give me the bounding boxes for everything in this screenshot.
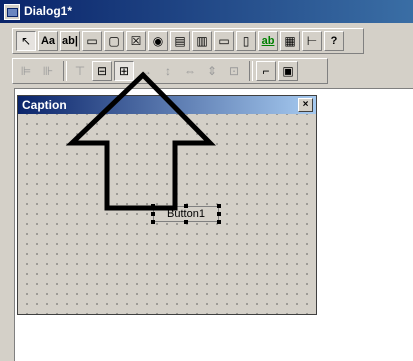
selection-handle[interactable] bbox=[184, 220, 188, 224]
same-size-button[interactable]: ⊡ bbox=[224, 61, 244, 81]
layout-toolbar: ⊫ ⊪ ⊤ ⊟ ⊞ ↔ ↕ ⇔ ⇕ ⊡ ⌐ ▣ bbox=[12, 58, 328, 84]
window-title-bar: Dialog1* bbox=[0, 0, 413, 23]
selection-handle[interactable] bbox=[151, 220, 155, 224]
space-down-icon: ↕ bbox=[165, 64, 171, 78]
selection-handle[interactable] bbox=[217, 220, 221, 224]
toolbar-separator bbox=[249, 61, 253, 81]
dialog-preview[interactable]: Caption × Button1 bbox=[17, 95, 317, 315]
tree-control-icon: ⊢ bbox=[306, 34, 318, 48]
center-horizontal-icon: ⊞ bbox=[118, 64, 130, 78]
align-left-icon: ⊫ bbox=[20, 64, 32, 78]
center-vertical-button[interactable]: ⊟ bbox=[92, 61, 112, 81]
same-size-icon: ⊡ bbox=[228, 64, 240, 78]
list-control-tool-button[interactable]: ▦ bbox=[280, 31, 300, 51]
test-dialog-button[interactable]: ▣ bbox=[278, 61, 298, 81]
toolbar-separator bbox=[63, 61, 67, 81]
same-width-button[interactable]: ⇔ bbox=[180, 61, 200, 81]
combo-box-tool-button[interactable]: ▤ bbox=[170, 31, 190, 51]
align-left-button[interactable]: ⊫ bbox=[16, 61, 36, 81]
radio-button-tool-button[interactable]: ◉ bbox=[148, 31, 168, 51]
pointer-tool-button[interactable]: ↖ bbox=[16, 31, 36, 51]
static-text-tool-button[interactable]: Aa bbox=[38, 31, 58, 51]
same-height-icon: ⇕ bbox=[206, 64, 218, 78]
tree-control-tool-button[interactable]: ⊢ bbox=[302, 31, 322, 51]
align-right-button[interactable]: ⊪ bbox=[38, 61, 58, 81]
button1-label: Button1 bbox=[167, 208, 205, 220]
help-tool-button[interactable]: ? bbox=[324, 31, 344, 51]
button-control-icon: ▢ bbox=[108, 34, 120, 48]
list-control-icon: ▦ bbox=[284, 34, 296, 48]
window-title: Dialog1* bbox=[24, 4, 73, 18]
horizontal-scrollbar-tool-button[interactable]: ▭ bbox=[214, 31, 234, 51]
horizontal-scrollbar-icon: ▭ bbox=[218, 34, 230, 48]
center-vertical-icon: ⊟ bbox=[96, 64, 108, 78]
dialog-editor-icon bbox=[4, 4, 20, 20]
check-box-tool-button[interactable]: ☒ bbox=[126, 31, 146, 51]
selection-handle[interactable] bbox=[217, 212, 221, 216]
selection-handle[interactable] bbox=[217, 204, 221, 208]
group-box-icon: ▭ bbox=[86, 34, 98, 48]
same-width-icon: ⇔ bbox=[184, 64, 196, 78]
selection-handle[interactable] bbox=[151, 212, 155, 216]
list-box-icon: ▥ bbox=[196, 34, 208, 48]
dialog-caption: Caption bbox=[22, 98, 67, 112]
group-box-tool-button[interactable]: ▭ bbox=[82, 31, 102, 51]
space-down-button[interactable]: ↕ bbox=[158, 61, 178, 81]
help-icon: ? bbox=[330, 35, 338, 47]
align-top-button[interactable]: ⊤ bbox=[70, 61, 90, 81]
tab-order-button[interactable]: ⌐ bbox=[256, 61, 276, 81]
list-box-tool-button[interactable]: ▥ bbox=[192, 31, 212, 51]
same-height-button[interactable]: ⇕ bbox=[202, 61, 222, 81]
controls-toolbar: ↖ Aa ab| ▭ ▢ ☒ ◉ ▤ ▥ ▭ ▯ ab ▦ ⊢ ? bbox=[12, 28, 364, 54]
combo-box-icon: ▤ bbox=[174, 34, 186, 48]
space-across-button[interactable]: ↔ bbox=[136, 61, 156, 81]
edit-control-icon: ab| bbox=[62, 35, 78, 47]
tab-order-icon: ⌐ bbox=[262, 64, 270, 78]
selection-handle[interactable] bbox=[151, 204, 155, 208]
selection-handle[interactable] bbox=[184, 204, 188, 208]
space-across-icon: ↔ bbox=[140, 64, 152, 78]
test-dialog-icon: ▣ bbox=[282, 64, 294, 78]
vertical-scrollbar-tool-button[interactable]: ▯ bbox=[236, 31, 256, 51]
spin-control-tool-button[interactable]: ab bbox=[258, 31, 278, 51]
center-horizontal-button[interactable]: ⊞ bbox=[114, 61, 134, 81]
vertical-scrollbar-icon: ▯ bbox=[242, 34, 250, 48]
radio-button-icon: ◉ bbox=[152, 34, 164, 48]
align-top-icon: ⊤ bbox=[74, 64, 86, 78]
edit-control-tool-button[interactable]: ab| bbox=[60, 31, 80, 51]
align-right-icon: ⊪ bbox=[42, 64, 54, 78]
button-control-tool-button[interactable]: ▢ bbox=[104, 31, 124, 51]
pointer-icon: ↖ bbox=[20, 34, 32, 48]
spin-control-icon: ab bbox=[261, 35, 275, 47]
check-box-icon: ☒ bbox=[130, 34, 142, 48]
close-icon[interactable]: × bbox=[298, 98, 313, 112]
static-text-icon: Aa bbox=[40, 35, 56, 47]
dialog-title-bar: Caption × bbox=[18, 96, 316, 114]
